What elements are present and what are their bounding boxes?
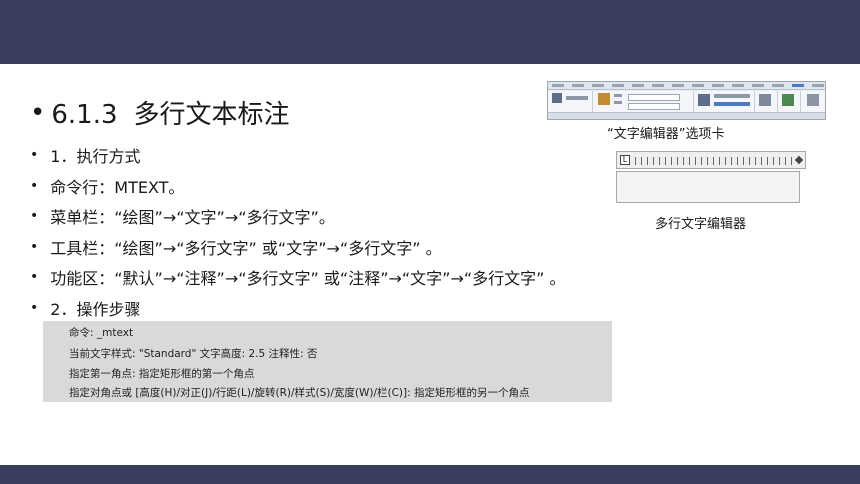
command-line: 指定第一角点: 指定矩形框的第一个角点 [69, 368, 255, 380]
command-line: 指定对角点或 [高度(H)/对正(J)/行距(L)/旋转(R)/样式(S)/宽度… [69, 387, 530, 399]
bullet-item: • 工具栏：“绘图”→“多行文字” 或“文字”→“多行文字” 。 [30, 238, 442, 258]
bottom-banner [0, 465, 860, 484]
bullet-dot: • [30, 238, 39, 255]
ruler: L [616, 151, 806, 169]
tab-stop-icon: L [620, 155, 630, 165]
bullet-dot: • [30, 208, 39, 225]
bullet-dot: • [30, 177, 39, 194]
command-line: 当前文字样式: "Standard" 文字高度: 2.5 注释性: 否 [69, 348, 318, 360]
bullet-dot: • [30, 147, 39, 164]
editor-caption: 多行文字编辑器 [655, 217, 747, 232]
text-input-area [616, 171, 800, 203]
command-line: 命令: _mtext [69, 327, 134, 339]
multiline-text-editor-image: L [616, 151, 806, 204]
ruler-end-marker-icon [794, 155, 804, 165]
top-banner [0, 0, 860, 64]
section-title: 多行文本标注 [133, 100, 290, 130]
text-editor-ribbon-image [547, 81, 826, 120]
slide-title: • 6.1.3 多行文本标注 [30, 94, 290, 131]
bullet-item: • 2．操作步骤 [30, 299, 141, 319]
ribbon-caption: “文字编辑器”选项卡 [607, 127, 725, 142]
command-prompt-box: 命令: _mtext 当前文字样式: "Standard" 文字高度: 2.5 … [43, 321, 612, 402]
section-number: 6.1.3 [51, 100, 118, 130]
bullet-dot: • [30, 97, 46, 128]
bullet-dot: • [30, 299, 39, 316]
bullet-item: • 功能区：“默认”→“注释”→“多行文字” 或“注释”→“文字”→“多行文字” … [30, 269, 566, 289]
bullet-dot: • [30, 269, 39, 286]
